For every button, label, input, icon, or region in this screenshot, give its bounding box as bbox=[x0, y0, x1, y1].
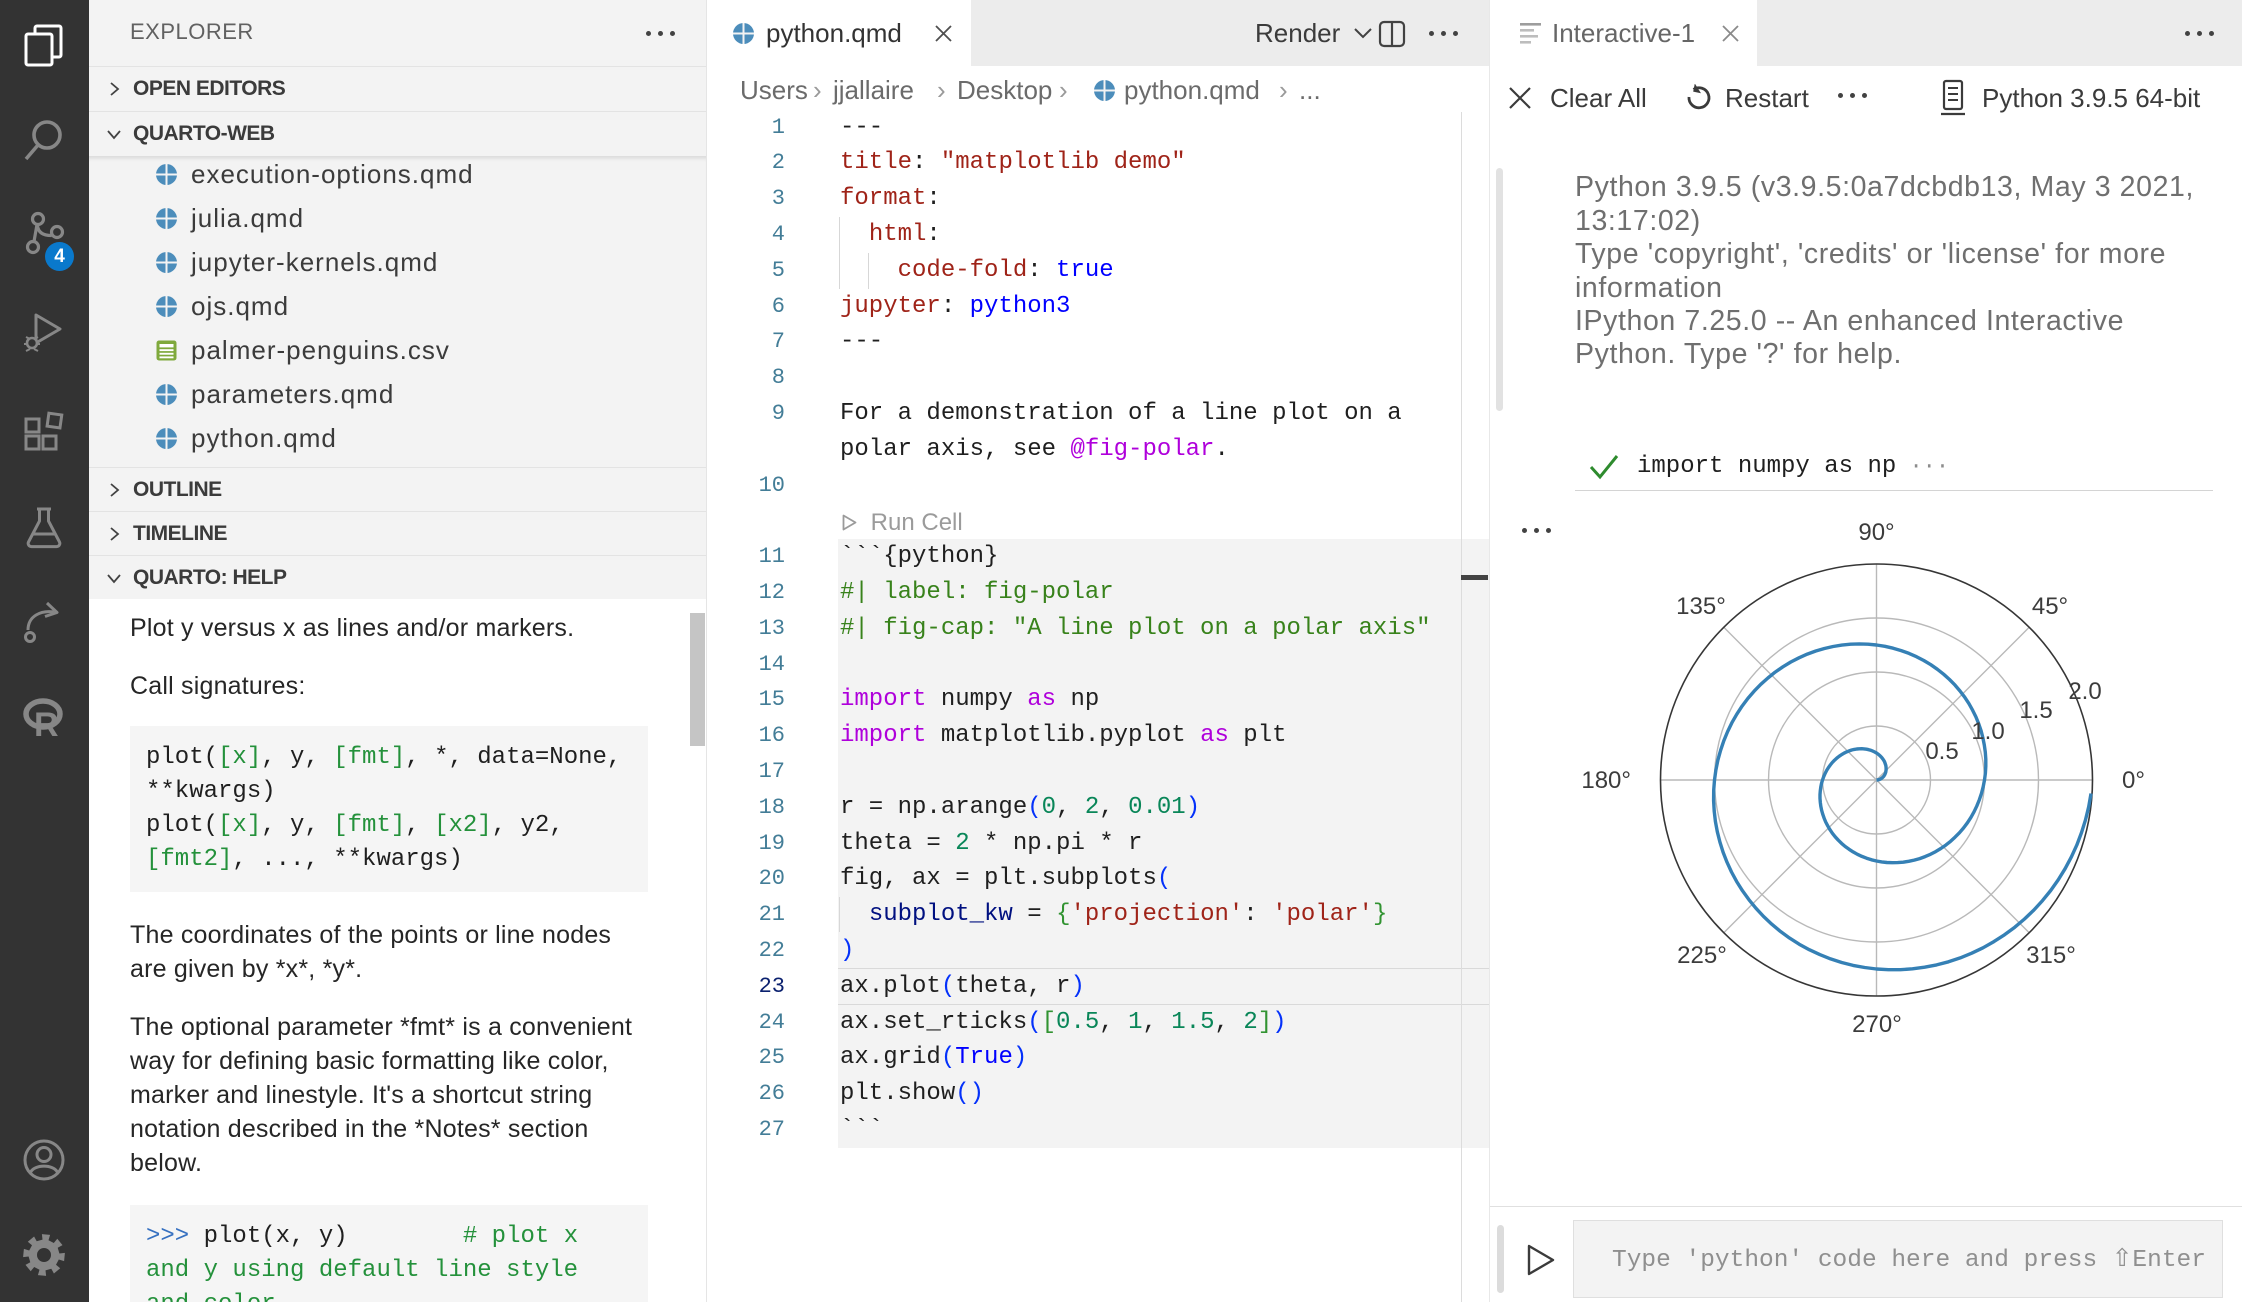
svg-text:270°: 270° bbox=[1852, 1011, 1902, 1038]
svg-text:180°: 180° bbox=[1581, 767, 1631, 794]
svg-text:R: R bbox=[34, 706, 59, 740]
svg-text:135°: 135° bbox=[1676, 593, 1726, 620]
svg-text:225°: 225° bbox=[1677, 942, 1727, 969]
svg-text:90°: 90° bbox=[1858, 519, 1894, 546]
svg-text:2.0: 2.0 bbox=[2068, 678, 2101, 705]
svg-text:45°: 45° bbox=[2032, 593, 2068, 620]
svg-text:1.5: 1.5 bbox=[2019, 697, 2052, 724]
svg-text:0.5: 0.5 bbox=[1925, 738, 1958, 765]
svg-text:0°: 0° bbox=[2122, 767, 2145, 794]
svg-text:315°: 315° bbox=[2026, 942, 2076, 969]
svg-text:1.0: 1.0 bbox=[1971, 718, 2004, 745]
